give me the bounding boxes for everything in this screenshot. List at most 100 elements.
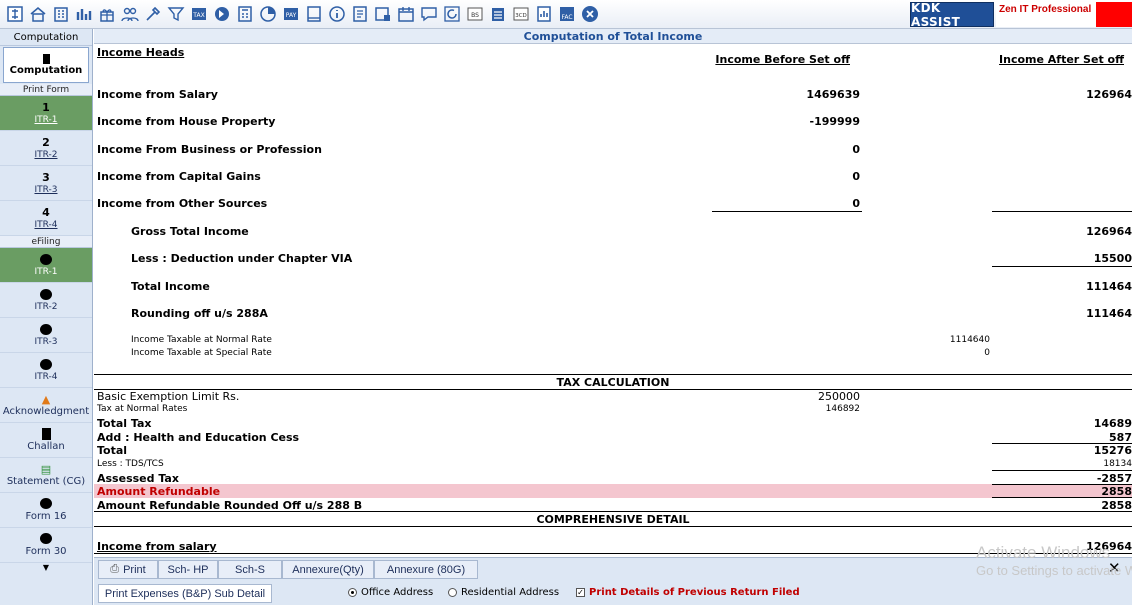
tab-print-expenses[interactable]: Print Expenses (B&P) Sub Detail: [98, 584, 272, 603]
sidebar-item-print-itr2[interactable]: 2 ITR-2: [0, 131, 92, 166]
fac-icon[interactable]: FAC: [556, 3, 577, 25]
rounding-value: 111464: [1086, 307, 1132, 320]
calc-icon[interactable]: [4, 3, 25, 25]
kdk-assist-button[interactable]: KDK ASSIST: [910, 1, 994, 29]
comprehensive-title: COMPREHENSIVE DETAIL: [536, 513, 690, 526]
form-icon[interactable]: [349, 3, 370, 25]
statement-cg-label: Statement (CG): [6, 475, 86, 487]
total-income-label: Total Income: [131, 280, 210, 293]
people-icon[interactable]: [119, 3, 140, 25]
deduction-value: 15500: [1093, 252, 1132, 265]
bs-badge: BS: [471, 12, 479, 19]
tax-badge: TAX: [192, 12, 204, 19]
status-red-box: [1096, 2, 1132, 27]
sidebar-item-acknowledgment[interactable]: ▲ Acknowledgment: [0, 388, 92, 423]
check-previous-label: Print Details of Previous Return Filed: [589, 587, 800, 598]
row-after-salary: 126964: [1086, 88, 1132, 101]
close-icon[interactable]: [579, 3, 600, 25]
basic-exemption-label: Basic Exemption Limit Rs.: [97, 390, 240, 403]
sidebar-item-form30[interactable]: Form 30: [0, 528, 92, 563]
sidebar-scroll-down[interactable]: ▼: [0, 563, 92, 573]
pie-icon[interactable]: [257, 3, 278, 25]
cess-label: Add : Health and Education Cess: [97, 431, 300, 444]
home-icon[interactable]: [27, 3, 48, 25]
rule-after-subtotal: [992, 211, 1132, 212]
sidebar-item-challan[interactable]: Challan: [0, 423, 92, 458]
tab-sch-s[interactable]: Sch-S: [218, 560, 282, 579]
tax-normal-label: Tax at Normal Rates: [97, 404, 188, 414]
computation-button[interactable]: Computation: [3, 47, 89, 83]
print-itr3-label: ITR-3: [34, 184, 58, 195]
stack-icon[interactable]: [487, 3, 508, 25]
fac-badge: FAC: [561, 14, 572, 21]
radio-residential-address[interactable]: Residential Address: [448, 587, 559, 598]
forward-icon[interactable]: [211, 3, 232, 25]
3cd-icon[interactable]: 3CD: [510, 3, 531, 25]
sidebar-item-form16[interactable]: Form 16: [0, 493, 92, 528]
rule-comprehensive-bottom: [94, 526, 1132, 527]
rule-refundable-top: [992, 484, 1132, 485]
bar-chart-icon[interactable]: [73, 3, 94, 25]
check-previous-box: ✓: [576, 587, 585, 597]
image-icon[interactable]: [372, 3, 393, 25]
efile-itr3-icon: [40, 323, 52, 335]
total-value: 15276: [1093, 444, 1132, 457]
pay-badge: PAY: [285, 12, 296, 19]
book-icon[interactable]: [303, 3, 324, 25]
report-icon[interactable]: [533, 3, 554, 25]
tab-annexure-qty[interactable]: Annexure(Qty): [282, 560, 374, 579]
rounding-label: Rounding off u/s 288A: [131, 307, 268, 320]
bs-icon[interactable]: BS: [464, 3, 485, 25]
calendar-icon[interactable]: [395, 3, 416, 25]
row-before-salary: 1469639: [806, 88, 860, 101]
sidebar-item-efile-itr3[interactable]: ITR-3: [0, 318, 92, 353]
tax-icon[interactable]: TAX: [188, 3, 209, 25]
col-income-after: Income After Set off: [999, 53, 1124, 66]
gift-icon[interactable]: [96, 3, 117, 25]
sidebar-item-efile-itr2[interactable]: ITR-2: [0, 283, 92, 318]
sidebar-item-statement-cg[interactable]: ▤ Statement (CG): [0, 458, 92, 493]
form16-icon: [40, 498, 52, 509]
tools-icon[interactable]: [142, 3, 163, 25]
efile-itr1-icon: [40, 253, 52, 265]
check-previous-return[interactable]: ✓ Print Details of Previous Return Filed: [576, 587, 800, 598]
sidebar-item-efile-itr1[interactable]: ITR-1: [0, 248, 92, 283]
print-itr1-label: ITR-1: [34, 114, 58, 125]
tab-sch-hp[interactable]: Sch- HP: [158, 560, 218, 579]
print-form-section-header: Print Form: [0, 84, 92, 96]
total-tax-value: 14689: [1093, 417, 1132, 430]
col-income-before: Income Before Set off: [715, 53, 850, 66]
efile-itr4-icon: [40, 358, 52, 370]
special-rate-label: Income Taxable at Special Rate: [131, 348, 272, 358]
pay-icon[interactable]: PAY: [280, 3, 301, 25]
chat-icon[interactable]: [418, 3, 439, 25]
sidebar-item-print-itr3[interactable]: 3 ITR-3: [0, 166, 92, 201]
building-icon[interactable]: [50, 3, 71, 25]
refundable-label: Amount Refundable: [97, 485, 221, 498]
form16-label: Form 16: [25, 511, 67, 522]
row-before-capital-gains: 0: [852, 170, 860, 183]
efile-itr2-label: ITR-2: [34, 301, 58, 312]
rule-refundable-bottom: [992, 497, 1132, 498]
rule-tds: [992, 470, 1132, 471]
sidebar-item-efile-itr4[interactable]: ITR-4: [0, 353, 92, 388]
efiling-section-header: eFiling: [0, 236, 92, 248]
toolbar: TAX PAY BS 3CD FAC KDK ASSIST Zen IT Pro…: [0, 0, 1132, 29]
print-itr1-number: 1: [42, 100, 50, 114]
refresh-icon[interactable]: [441, 3, 462, 25]
info-icon[interactable]: [326, 3, 347, 25]
watermark-line1: Activate Windows: [976, 543, 1111, 562]
print-itr3-number: 3: [42, 170, 50, 184]
rule-before-subtotal: [712, 211, 862, 212]
row-label-other-sources: Income from Other Sources: [97, 197, 268, 210]
tab-print[interactable]: ⎙ Print: [98, 560, 158, 579]
sidebar-item-print-itr4[interactable]: 4 ITR-4: [0, 201, 92, 236]
computation-section-header: Computation: [0, 29, 92, 46]
tab-annexure-80g[interactable]: Annexure (80G): [374, 560, 478, 579]
sidebar-item-print-itr1[interactable]: 1 ITR-1: [0, 96, 92, 131]
calculator-icon[interactable]: [234, 3, 255, 25]
filter-icon[interactable]: [165, 3, 186, 25]
radio-office-address[interactable]: Office Address: [348, 587, 433, 598]
print-icon: ⎙: [110, 563, 120, 575]
row-before-other-sources: 0: [852, 197, 860, 210]
